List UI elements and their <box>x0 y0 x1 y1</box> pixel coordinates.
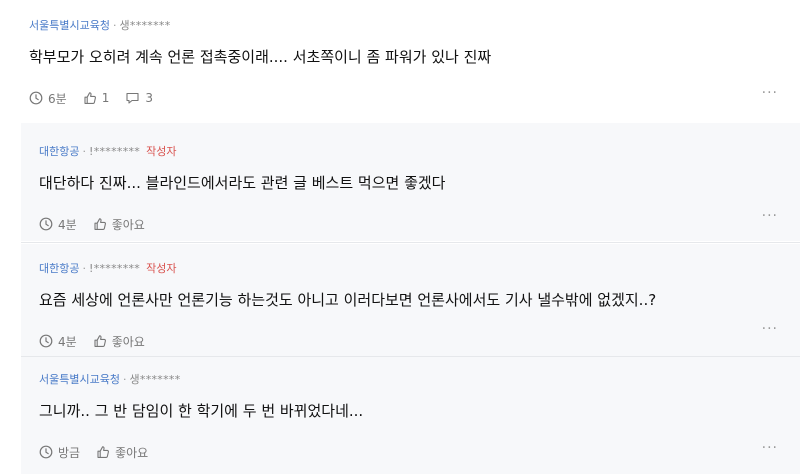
meta-separator: · <box>112 19 117 32</box>
comment-meta: 서울특별시교육청 · 생******* <box>29 18 800 34</box>
comment-actions: 방금 좋아요 <box>39 443 800 461</box>
reply-comment: 서울특별시교육청 · 생******* 그니까.. 그 반 담임이 한 학기에 … <box>21 357 800 474</box>
like-button[interactable]: 1 <box>83 91 110 105</box>
company-name[interactable]: 서울특별시교육청 <box>39 372 120 388</box>
time-label: 4분 <box>58 217 77 232</box>
author-badge: 작성자 <box>146 262 177 275</box>
thumbs-up-icon <box>97 446 110 458</box>
comment-actions: 4분 좋아요 <box>39 215 800 233</box>
thumbs-up-icon <box>94 335 106 347</box>
like-count: 1 <box>101 91 110 105</box>
comment-meta: 대한항공 · !******** 작성자 <box>39 261 800 277</box>
comment-meta: 서울특별시교육청 · 생******* <box>39 372 800 388</box>
user-name: !******** <box>88 145 141 158</box>
clock-icon <box>29 91 43 105</box>
clock-icon <box>39 217 53 231</box>
company-name[interactable]: 서울특별시교육청 <box>29 18 110 34</box>
more-options-icon[interactable]: ··· <box>762 441 778 455</box>
user-name: !******** <box>88 262 141 275</box>
reply-comment: 대한항공 · !******** 작성자 대단하다 진짜... 블라인드에서라도… <box>21 123 800 241</box>
comment-text: 대단하다 진짜... 블라인드에서라도 관련 글 베스트 먹으면 좋겠다 <box>39 174 446 192</box>
reply-comment: 대한항공 · !******** 작성자 요즘 세상에 언론사만 언론기능 하는… <box>21 244 800 356</box>
timestamp: 6분 <box>29 90 67 107</box>
user-name: 생******* <box>119 19 171 32</box>
timestamp: 방금 <box>39 444 80 461</box>
reply-count: 3 <box>145 91 153 105</box>
company-name[interactable]: 대한항공 <box>39 261 79 277</box>
time-label: 방금 <box>58 445 81 460</box>
like-label: 좋아요 <box>115 445 149 460</box>
like-label: 좋아요 <box>111 334 145 349</box>
comment-bubble-icon <box>126 92 139 104</box>
main-comment: 서울특별시교육청 · 생******* 학부모가 오히려 계속 언론 접촉중이래… <box>0 0 800 123</box>
meta-separator: · <box>82 145 86 158</box>
divider <box>21 242 800 243</box>
more-options-icon[interactable]: ··· <box>762 209 778 223</box>
timestamp: 4분 <box>39 333 77 350</box>
clock-icon <box>39 445 53 459</box>
reply-button[interactable]: 3 <box>125 91 153 105</box>
comment-text: 그니까.. 그 반 담임이 한 학기에 두 번 바뀌었다네... <box>39 402 364 420</box>
like-label: 좋아요 <box>111 217 145 232</box>
thumbs-up-icon <box>84 92 96 104</box>
comment-text: 요즘 세상에 언론사만 언론기능 하는것도 아니고 이러다보면 언론사에서도 기… <box>39 291 657 309</box>
like-button[interactable]: 좋아요 <box>96 444 148 461</box>
comment-meta: 대한항공 · !******** 작성자 <box>39 144 800 160</box>
meta-separator: · <box>82 262 86 275</box>
timestamp: 4분 <box>39 216 77 233</box>
more-options-icon[interactable]: ··· <box>762 322 778 336</box>
more-options-icon[interactable]: ··· <box>762 86 778 100</box>
time-label: 4분 <box>58 334 77 349</box>
meta-separator: · <box>122 373 127 386</box>
time-label: 6분 <box>48 91 67 106</box>
comment-text: 학부모가 오히려 계속 언론 접촉중이래.... 서초쪽이니 좀 파워가 있나 … <box>29 48 492 66</box>
company-name[interactable]: 대한항공 <box>39 144 79 160</box>
like-button[interactable]: 좋아요 <box>93 333 145 350</box>
comment-actions: 4분 좋아요 <box>39 332 800 350</box>
author-badge: 작성자 <box>146 145 177 158</box>
thumbs-up-icon <box>94 218 106 230</box>
like-button[interactable]: 좋아요 <box>93 216 145 233</box>
comment-actions: 6분 1 3 <box>29 89 800 107</box>
user-name: 생******* <box>129 373 181 386</box>
clock-icon <box>39 334 53 348</box>
